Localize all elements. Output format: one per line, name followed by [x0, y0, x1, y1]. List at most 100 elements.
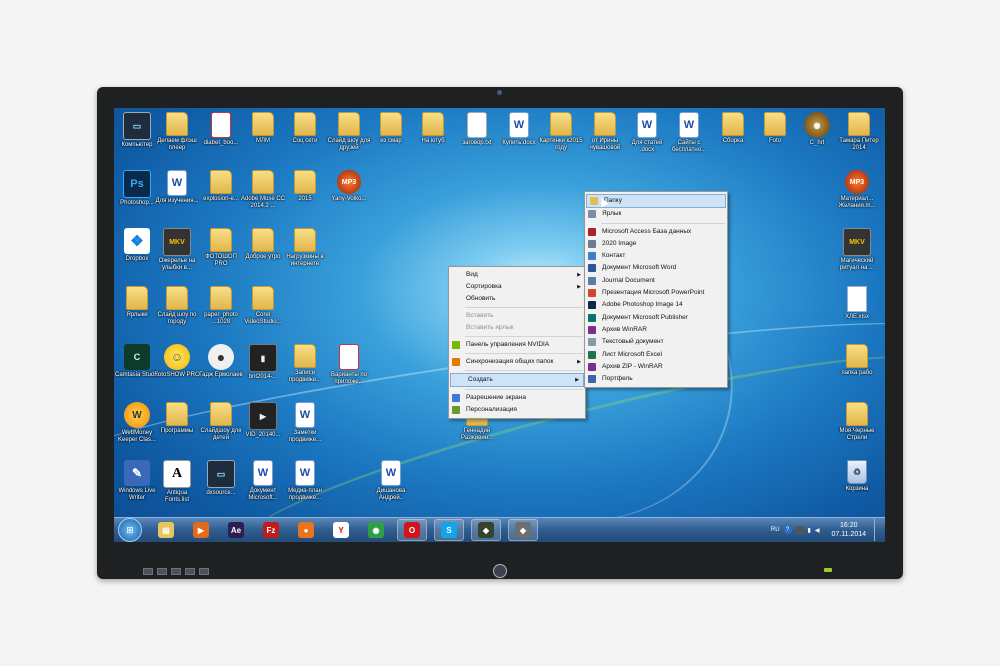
desktop-icon-dvishanova[interactable]: W Дишанова Андрей..: [368, 460, 414, 502]
desktop-icon-vid[interactable]: ▶ VID_20140...: [240, 402, 286, 439]
desktop-icon-izuchen[interactable]: W Для изучения...: [154, 170, 200, 205]
create-submenu-item[interactable]: Документ Microsoft Publisher: [585, 312, 727, 324]
create-submenu-item[interactable]: Journal Document: [585, 275, 727, 287]
taskbar-after-effects-button[interactable]: Ae: [222, 520, 250, 540]
context-menu-item[interactable]: Разрешение экрана: [449, 392, 585, 404]
create-submenu-item[interactable]: Документ Microsoft Word: [585, 262, 727, 274]
desktop-icon-media[interactable]: W Медиа-план продвиже...: [282, 460, 328, 502]
desktop-icon-label: Геннадий Разживин...: [460, 428, 494, 441]
desktop-icon-nautub[interactable]: На ютуб: [410, 112, 456, 145]
desktop-icon-faxpro[interactable]: ☺ FotoSHOW PRO: [154, 344, 200, 379]
taskbar-explorer-folder-button[interactable]: ▤: [152, 520, 180, 540]
desktop-icon-dokument[interactable]: W Документ Microsoft...: [240, 460, 286, 502]
desktop-icon-slideshowdet[interactable]: Слайдшоу для детей: [198, 402, 244, 442]
desktop-icon-dobryeutro[interactable]: Доброе утро: [240, 228, 286, 261]
context-menu-item[interactable]: Обновить: [449, 293, 585, 305]
desktop-icon-muse[interactable]: Adobe Muse CC 2014.2 ...: [240, 170, 286, 210]
desktop-icon-papka[interactable]: папка рабо: [834, 344, 880, 377]
context-menu-item[interactable]: Панель управления NVIDIA: [449, 339, 585, 351]
desktop-icon-materiali[interactable]: MP3 Материал... Желания.m...: [834, 170, 880, 210]
create-submenu-item[interactable]: 2020 Image: [585, 238, 727, 250]
menu-separator: [465, 336, 583, 337]
taskbar-opera-button[interactable]: O: [397, 519, 427, 541]
desktop-icon-fontslist[interactable]: A Antiqua Fonts.list: [154, 460, 200, 504]
desktop-icon-internet[interactable]: Нагрузкины в интернете: [282, 228, 328, 268]
create-submenu-item[interactable]: Контакт: [585, 250, 727, 262]
desktop-icon-tamara[interactable]: Тамара Питер 2014: [836, 112, 882, 152]
desktop-icon-sayty[interactable]: W Сайты с бесплатно...: [666, 112, 712, 154]
desktop-icon-gadzhi[interactable]: ● Гадж Ермолаев: [198, 344, 244, 379]
context-menu-item[interactable]: Создать ▶: [450, 373, 584, 387]
desktop-icon-irina[interactable]: от Ирины чувашовой: [582, 112, 628, 152]
show-desktop-button[interactable]: [874, 519, 881, 541]
desktop-icon-paper[interactable]: paper_photo ...1028: [198, 286, 244, 326]
desktop-icon-moya[interactable]: Моя Черные Стрели: [834, 402, 880, 442]
menu-separator: [601, 222, 725, 224]
desktop-icon-chrt[interactable]: ◉ С_hrt: [794, 112, 840, 147]
create-submenu-item[interactable]: Архив ZIP - WinRAR: [585, 361, 727, 373]
desktop-icon-programmy[interactable]: Программы: [154, 402, 200, 435]
create-submenu-item[interactable]: Microsoft Access База данных: [585, 226, 727, 238]
taskbar-yandex-browser-button[interactable]: Y: [327, 520, 355, 540]
video-file-icon: ▶: [249, 402, 277, 430]
desktop-icon-dxsource[interactable]: ▭ dxsource...: [198, 460, 244, 497]
clock[interactable]: 16:20 07.11.2014: [831, 521, 866, 539]
desktop-icon-label: Foto: [768, 138, 781, 144]
desktop-icon-magich[interactable]: MKV Магический ритуал на ...: [834, 228, 880, 272]
desktop-icon-izsmar[interactable]: из смар: [368, 112, 414, 145]
desktop-icon-xlsx[interactable]: ХЛЕ.xlsx: [834, 286, 880, 321]
context-menu-item[interactable]: Персонализация: [449, 404, 585, 416]
context-menu-item[interactable]: Вид ▶: [449, 269, 585, 281]
desktop-icon-label: Программы: [160, 428, 194, 434]
desktop-icon-diabet[interactable]: diabet_boo...: [198, 112, 244, 147]
network-icon[interactable]: ▮: [808, 527, 811, 534]
mkv-video-icon: MKV: [843, 228, 871, 256]
desktop-icon-yanyvolko[interactable]: MP3 Yany-Volko...: [326, 170, 372, 203]
taskbar-firefox-button[interactable]: ●: [292, 520, 320, 540]
desktop-icon-zapis[interactable]: Записи продвиже...: [282, 344, 328, 384]
desktop-icon-bnt[interactable]: ▮ bnt2014-...: [240, 344, 286, 381]
create-submenu-item[interactable]: Лист Microsoft Excel: [585, 349, 727, 361]
desktop-screen[interactable]: ▭ Компьютер Делаем флэш плеер diabet_boo...…: [114, 108, 885, 542]
desktop-icon-mlm[interactable]: МЛМ: [240, 112, 286, 145]
desktop-icon-kupit[interactable]: W Купить.docx: [496, 112, 542, 147]
desktop-icon-label: Гадж Ермолаев: [199, 372, 243, 378]
home-button[interactable]: [493, 564, 507, 578]
taskbar-filezilla-button[interactable]: Fz: [257, 520, 285, 540]
volume-icon[interactable]: ◀: [815, 527, 820, 534]
taskbar-skype-button[interactable]: S: [434, 519, 464, 541]
create-submenu-item[interactable]: Презентация Microsoft PowerPoint: [585, 287, 727, 299]
taskbar-camtasia-studio-button[interactable]: ◆: [508, 519, 538, 541]
desktop-icon-zametki[interactable]: W Заметки продвиже...: [282, 402, 328, 444]
desktop-icon-variant[interactable]: Варианты по приложе...: [326, 344, 372, 386]
create-submenu-item[interactable]: Портфель: [585, 373, 727, 385]
help-icon[interactable]: ?: [783, 526, 792, 534]
desktop-icon-socseti[interactable]: Соц сети: [282, 112, 328, 145]
desktop-icon-corel[interactable]: Corel VideoStudio...: [240, 286, 286, 326]
desktop-icon-korzina[interactable]: ♻ Корзина: [834, 460, 880, 493]
desktop-icon-fotoshop[interactable]: ФОТОШОП PRO: [198, 228, 244, 268]
taskbar-media-player-button[interactable]: ▶: [187, 520, 215, 540]
create-submenu-item[interactable]: Ярлык: [585, 208, 727, 220]
tray-app-icon[interactable]: [795, 526, 804, 534]
taskbar-chrome-button[interactable]: ◉: [362, 520, 390, 540]
create-submenu-item[interactable]: Архив WinRAR: [585, 324, 727, 336]
context-menu-item[interactable]: Сортировка ▶: [449, 281, 585, 293]
desktop-icon-ozherelie[interactable]: MKV Ожерелье на улыбки в...: [154, 228, 200, 272]
context-menu-item[interactable]: Синхронизация общих папок ▶: [449, 356, 585, 368]
desktop-icon-foto[interactable]: Foto: [752, 112, 798, 145]
create-submenu-item[interactable]: Текстовый документ: [585, 336, 727, 348]
desktop-icon-y2015[interactable]: 2015: [282, 170, 328, 203]
desktop-icon-kartinki[interactable]: Картинки к2015 году: [538, 112, 584, 152]
start-button[interactable]: ⊞: [118, 518, 142, 542]
desktop-icon-sborka[interactable]: Сборка: [710, 112, 756, 145]
desktop-icon-gorodu[interactable]: Слайд шоу по городу: [154, 286, 200, 326]
desktop-icon-slideshow[interactable]: Слайд шоу для друзей: [326, 112, 372, 152]
desktop-icon-flash[interactable]: Делаем флэш плеер: [154, 112, 200, 152]
taskbar-camtasia-recorder-button[interactable]: ◆: [471, 519, 501, 541]
desktop-icon-zagovor[interactable]: заговор.txt: [454, 112, 500, 147]
create-submenu-item[interactable]: Adobe Photoshop Image 14: [585, 299, 727, 311]
desktop-icon-explosion[interactable]: explosion-e...: [198, 170, 244, 203]
desktop-icon-statey[interactable]: W Для статей .docx: [624, 112, 670, 154]
language-indicator[interactable]: RU: [771, 527, 780, 533]
